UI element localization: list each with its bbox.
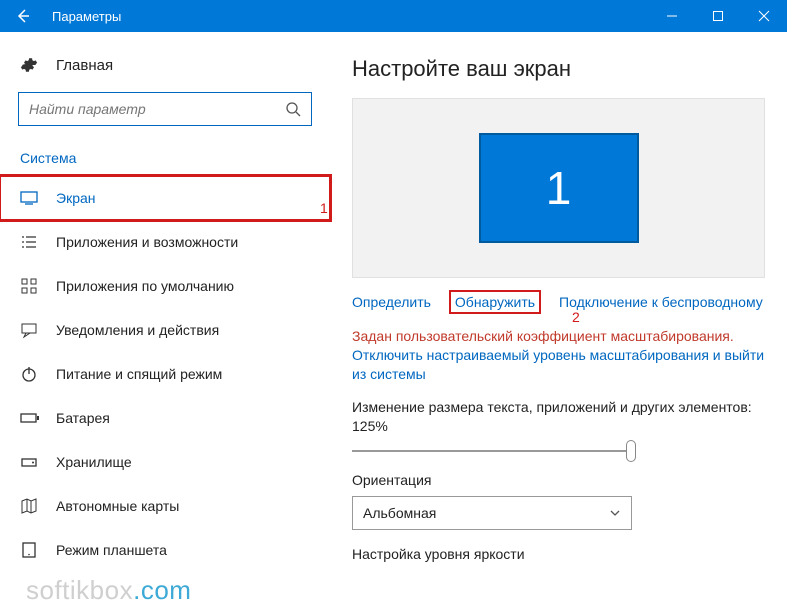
orientation-value: Альбомная — [363, 505, 436, 521]
grid-icon — [20, 277, 40, 295]
map-icon — [20, 497, 40, 515]
nav-tablet[interactable]: Режим планшета — [0, 528, 330, 572]
nav-display[interactable]: Экран — [0, 176, 330, 220]
monitor-icon — [20, 189, 40, 207]
nav-label: Режим планшета — [40, 542, 167, 558]
orientation-label: Ориентация — [352, 472, 765, 488]
gear-icon — [20, 56, 40, 74]
power-icon — [20, 365, 40, 383]
watermark: softikbox.com — [26, 575, 191, 606]
minimize-icon — [666, 10, 678, 22]
display-preview[interactable]: 1 — [352, 98, 765, 278]
search-icon — [285, 101, 301, 117]
chat-icon — [20, 321, 40, 339]
titlebar: Параметры — [0, 0, 787, 32]
nav-storage[interactable]: Хранилище — [0, 440, 330, 484]
close-icon — [758, 10, 770, 22]
wireless-link[interactable]: Подключение к беспроводному — [559, 294, 763, 310]
page-title: Настройте ваш экран — [352, 56, 765, 82]
nav-default-apps[interactable]: Приложения по умолчанию — [0, 264, 330, 308]
chevron-down-icon — [609, 507, 621, 519]
scaling-warning: Задан пользовательский коэффициент масшт… — [352, 328, 765, 344]
main-panel: Настройте ваш экран 1 Определить Обнаруж… — [330, 32, 787, 616]
brightness-label: Настройка уровня яркости — [352, 546, 765, 562]
nav-label: Приложения и возможности — [40, 234, 238, 250]
identify-link[interactable]: Определить — [352, 294, 431, 310]
arrow-left-icon — [15, 8, 31, 24]
nav-label: Экран — [40, 190, 96, 206]
slider-thumb[interactable] — [626, 440, 636, 462]
search-input[interactable] — [29, 101, 285, 117]
search-box[interactable] — [18, 92, 312, 126]
sidebar-home[interactable]: Главная — [0, 50, 330, 92]
close-button[interactable] — [741, 0, 787, 32]
tablet-icon — [20, 541, 40, 559]
battery-icon — [20, 409, 40, 427]
list-icon — [20, 233, 40, 251]
nav-power[interactable]: Питание и спящий режим — [0, 352, 330, 396]
sidebar: Главная Система Экран Приложения и возмо… — [0, 32, 330, 616]
disable-scaling-link[interactable]: Отключить настраиваемый уровень масштаби… — [352, 346, 765, 384]
scale-slider[interactable] — [352, 450, 632, 452]
nav-maps[interactable]: Автономные карты — [0, 484, 330, 528]
monitor-1[interactable]: 1 — [479, 133, 639, 243]
minimize-button[interactable] — [649, 0, 695, 32]
nav-battery[interactable]: Батарея — [0, 396, 330, 440]
nav-label: Автономные карты — [40, 498, 179, 514]
nav-notifications[interactable]: Уведомления и действия — [0, 308, 330, 352]
window-title: Параметры — [46, 9, 649, 24]
section-label: Система — [0, 144, 330, 176]
sidebar-home-label: Главная — [40, 57, 113, 74]
scale-label: Изменение размера текста, приложений и д… — [352, 398, 765, 436]
nav-label: Питание и спящий режим — [40, 366, 222, 382]
storage-icon — [20, 453, 40, 471]
nav-label: Батарея — [40, 410, 110, 426]
nav-label: Хранилище — [40, 454, 132, 470]
annotation-2: 2 — [572, 309, 580, 325]
nav-apps[interactable]: Приложения и возможности — [0, 220, 330, 264]
orientation-select[interactable]: Альбомная — [352, 496, 632, 530]
nav-label: Приложения по умолчанию — [40, 278, 234, 294]
maximize-button[interactable] — [695, 0, 741, 32]
back-button[interactable] — [0, 0, 46, 32]
maximize-icon — [712, 10, 724, 22]
nav-label: Уведомления и действия — [40, 322, 219, 338]
detect-link[interactable]: Обнаружить — [449, 290, 541, 314]
